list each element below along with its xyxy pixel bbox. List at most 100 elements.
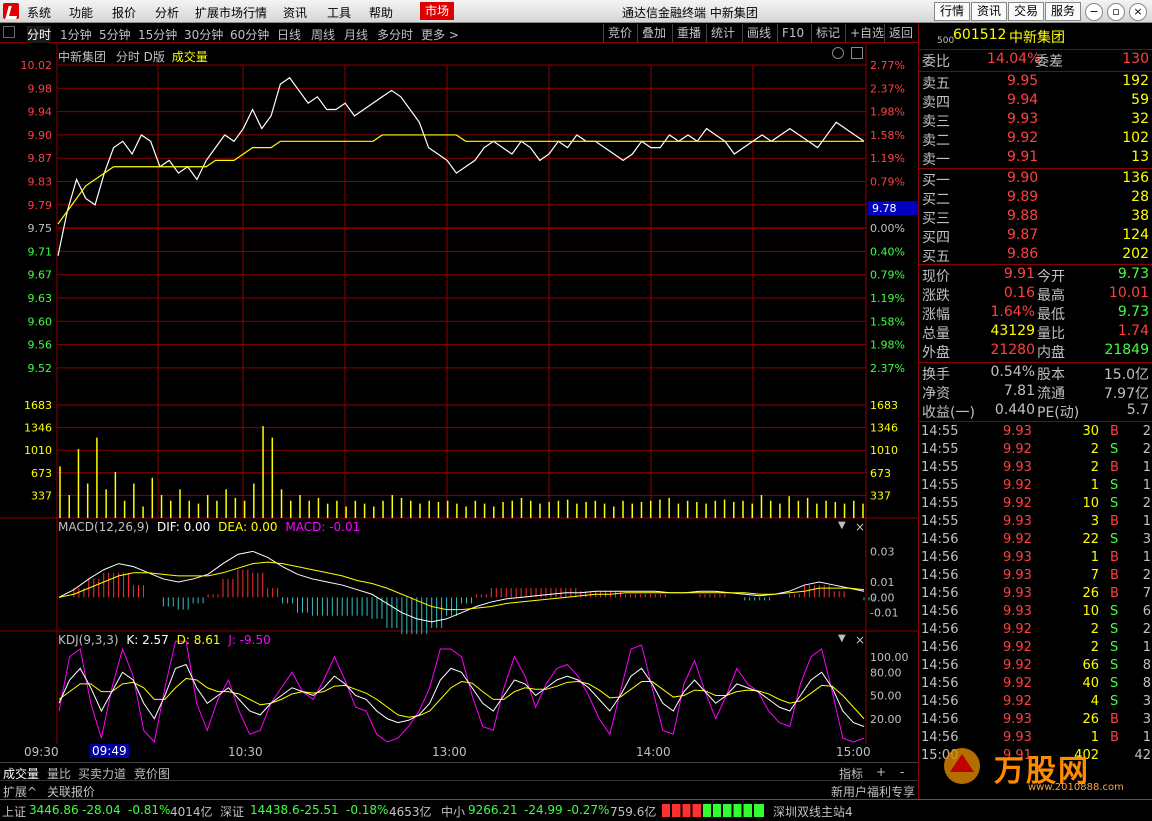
promo-link[interactable]: 新用户福利专享 (831, 783, 915, 800)
tab-timeshare[interactable]: 分时 (27, 26, 52, 43)
btn-add-watchlist[interactable]: +自选 (845, 24, 888, 42)
stock-code: 601512 (953, 27, 1007, 43)
tab-60min[interactable]: 60分钟 (230, 26, 269, 43)
pct-tick-label: 2.77% (870, 59, 905, 72)
macd-dropdown-icon[interactable]: ▼ (838, 520, 846, 531)
restore-icon[interactable]: ▫ (1107, 3, 1125, 21)
zx-index-label: 中小 (441, 805, 466, 819)
btn-back[interactable]: 返回 (884, 24, 917, 42)
tick-price: 9.93 (1003, 424, 1032, 439)
price-tick-label: 9.83 (28, 176, 53, 189)
ask-level-label: 卖四 (922, 95, 950, 111)
tick-count: 1 (1142, 640, 1151, 655)
tick-time: 14:56 (921, 676, 959, 691)
menu-extended-market[interactable]: 扩展市场行情 (195, 4, 267, 21)
menu-function[interactable]: 功能 (69, 4, 93, 21)
zx-index-pct: -0.27% (567, 803, 610, 817)
close-icon[interactable]: × (1129, 3, 1147, 21)
sz-index-label: 深证 (220, 805, 245, 819)
divider (919, 421, 1152, 422)
bid-level-label: 买四 (922, 230, 950, 246)
fundamental-label: 股本 (1037, 367, 1065, 383)
volume-tick-label-right: 337 (870, 489, 891, 502)
collapse-icon[interactable] (3, 26, 15, 38)
tick-time: 14:56 (921, 532, 959, 547)
tab-more[interactable]: 更多 > (421, 26, 459, 43)
btn-news[interactable]: 资讯 (971, 2, 1008, 21)
tab-weekly[interactable]: 周线 (311, 26, 335, 43)
btn-quotes[interactable]: 行情 (934, 2, 971, 21)
menu-news[interactable]: 资讯 (283, 4, 307, 21)
ask-volume: 102 (1122, 130, 1149, 146)
tick-row: 14:56 9.92 40 S 8 (919, 676, 1152, 694)
tick-count: 2 (1142, 424, 1151, 439)
bid-price: 9.88 (1007, 208, 1039, 224)
maximize-icon[interactable] (851, 47, 863, 59)
tick-side: S (1110, 604, 1119, 619)
tick-time: 14:55 (921, 424, 959, 439)
tick-time: 14:56 (921, 640, 959, 655)
indicator-tab-bar: 成交量 量比 买卖力道 竞价图 指标 + - (0, 762, 918, 781)
pct-tick-label: 1.58% (870, 129, 905, 142)
btn-overlay[interactable]: 叠加 (637, 24, 670, 42)
tick-time: 14:56 (921, 586, 959, 601)
pct-tick-label: 0.00% (870, 222, 905, 235)
quote-row: 涨幅 1.64% 最低 9.73 (919, 304, 1152, 323)
tick-time: 14:56 (921, 550, 959, 565)
menu-market[interactable]: 市场 (420, 2, 455, 20)
btn-service[interactable]: 服务 (1045, 2, 1082, 21)
btn-replay[interactable]: 重播 (672, 24, 705, 42)
btn-auction[interactable]: 竞价 (603, 24, 636, 42)
bid-row: 买一 9.90 136 (919, 170, 1152, 189)
tab-15min[interactable]: 15分钟 (138, 26, 177, 43)
ask-row: 卖二 9.92 102 (919, 130, 1152, 149)
tab-5min[interactable]: 5分钟 (99, 26, 131, 43)
status-bar: 上证 3446.86 -28.04 -0.81% 4014亿 深证 14438.… (0, 799, 1152, 821)
btn-remove-pane[interactable]: - (900, 765, 904, 779)
kdj-close-icon[interactable]: × (855, 633, 865, 647)
menu-tools[interactable]: 工具 (327, 4, 351, 21)
chart-area[interactable]: 10.02 2.77% 9.98 2.37% 9.94 1.98% 9.90 1.58% 9.8… (0, 44, 918, 762)
tab-extend[interactable]: 扩展^ (3, 783, 37, 800)
tick-price: 9.93 (1003, 568, 1032, 583)
tick-row: 14:56 9.93 10 S 6 (919, 604, 1152, 622)
tick-count: 3 (1142, 712, 1151, 727)
tab-multi-timeshare[interactable]: 多分时 (377, 26, 413, 43)
macd-tick-label: -0.01 (870, 607, 898, 620)
menu-quote[interactable]: 报价 (112, 4, 136, 21)
price-tick-label: 9.79 (28, 199, 53, 212)
time-tick: 10:30 (228, 745, 263, 759)
bid-price: 9.89 (1007, 189, 1039, 205)
server-name[interactable]: 深圳双线主站4 (773, 803, 853, 820)
btn-mark[interactable]: 标记 (811, 24, 844, 42)
macd-value-label: MACD: -0.01 (285, 520, 361, 534)
btn-add-pane[interactable]: + (876, 765, 886, 779)
tab-related-quotes[interactable]: 关联报价 (47, 783, 95, 800)
btn-f10[interactable]: F10 (777, 24, 808, 42)
tick-count: 1 (1142, 550, 1151, 565)
btn-stats[interactable]: 统计 (706, 24, 739, 42)
window-title: 通达信金融终端 中新集团 (622, 6, 758, 20)
menu-system[interactable]: 系统 (27, 4, 51, 21)
pct-tick-label: 1.19% (870, 152, 905, 165)
tick-side: S (1110, 676, 1119, 691)
tick-side: B (1110, 460, 1119, 475)
macd-close-icon[interactable]: × (855, 520, 865, 534)
fundamental-label: PE(动) (1037, 405, 1080, 421)
minimize-icon[interactable]: − (1085, 3, 1103, 21)
tab-30min[interactable]: 30分钟 (184, 26, 223, 43)
zx-index-amount: 759.6亿 (610, 805, 657, 819)
kdj-dropdown-icon[interactable]: ▼ (838, 633, 846, 644)
settings-icon[interactable] (832, 47, 844, 59)
tab-daily[interactable]: 日线 (277, 26, 301, 43)
tab-monthly[interactable]: 月线 (344, 26, 368, 43)
menu-analysis[interactable]: 分析 (155, 4, 179, 21)
kdj-tick-label: 50.00 (870, 690, 902, 703)
tab-1min[interactable]: 1分钟 (60, 26, 92, 43)
btn-draw[interactable]: 画线 (742, 24, 775, 42)
sh-index-amount: 4014亿 (170, 805, 213, 819)
btn-trade[interactable]: 交易 (1008, 2, 1045, 21)
tick-count: 2 (1142, 496, 1151, 511)
menu-help[interactable]: 帮助 (369, 4, 393, 21)
quote-value: 9.73 (1117, 266, 1149, 282)
